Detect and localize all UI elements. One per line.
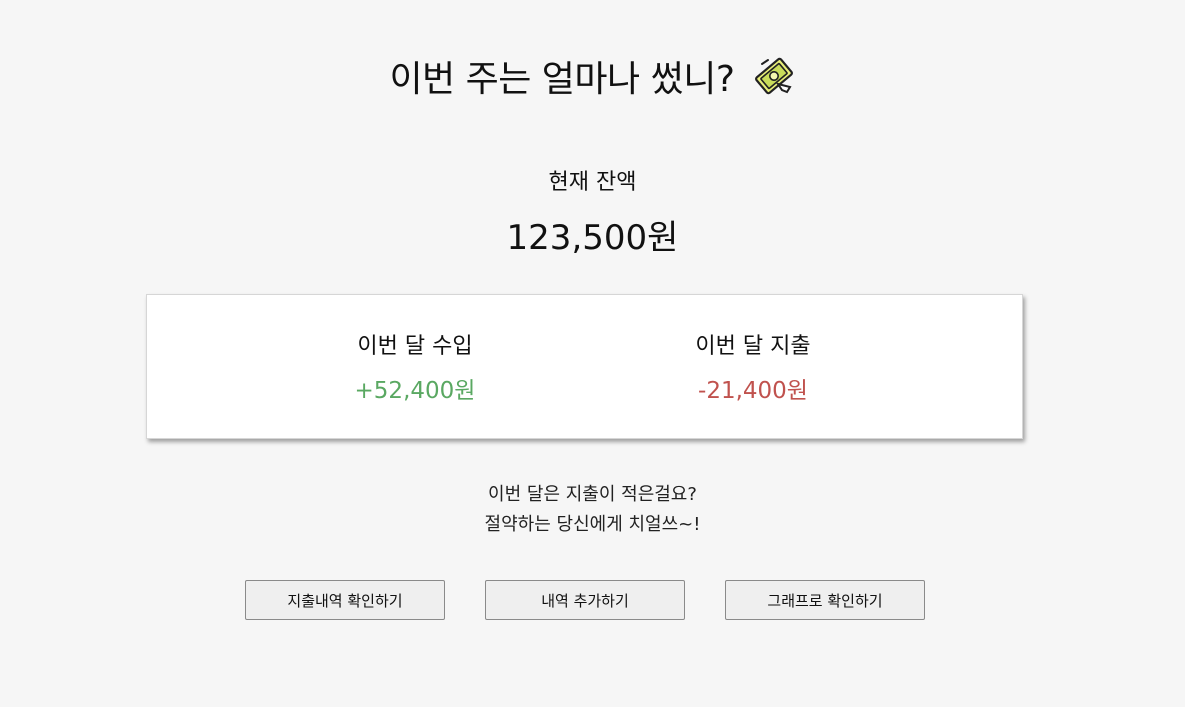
income-summary: 이번 달 수입 +52,400원 (285, 331, 545, 407)
page-header: 이번 주는 얼마나 썼니? (0, 50, 1185, 102)
balance-label: 현재 잔액 (548, 170, 637, 195)
page-title: 이번 주는 얼마나 썼니? (389, 59, 735, 100)
status-message-line-1: 이번 달은 지출이 적은걸요? (488, 484, 697, 505)
view-expense-history-button[interactable]: 지출내역 확인하기 (245, 580, 445, 620)
action-buttons: 지출내역 확인하기 내역 추가하기 그래프로 확인하기 (245, 580, 925, 620)
expense-label: 이번 달 지출 (695, 334, 811, 359)
view-graph-button[interactable]: 그래프로 확인하기 (725, 580, 925, 620)
status-message: 이번 달은 지출이 적은걸요? 절약하는 당신에게 치얼쓰~! (0, 480, 1185, 540)
income-value: +52,400원 (354, 378, 476, 404)
money-with-wings-icon (752, 54, 796, 98)
add-entry-button[interactable]: 내역 추가하기 (485, 580, 685, 620)
status-message-line-2: 절약하는 당신에게 치얼쓰~! (484, 514, 701, 535)
income-label: 이번 달 수입 (357, 334, 473, 359)
balance-value: 123,500원 (506, 218, 679, 258)
expense-summary: 이번 달 지출 -21,400원 (623, 331, 883, 407)
monthly-summary-card: 이번 달 수입 +52,400원 이번 달 지출 -21,400원 (146, 294, 1023, 439)
expense-value: -21,400원 (698, 378, 808, 404)
